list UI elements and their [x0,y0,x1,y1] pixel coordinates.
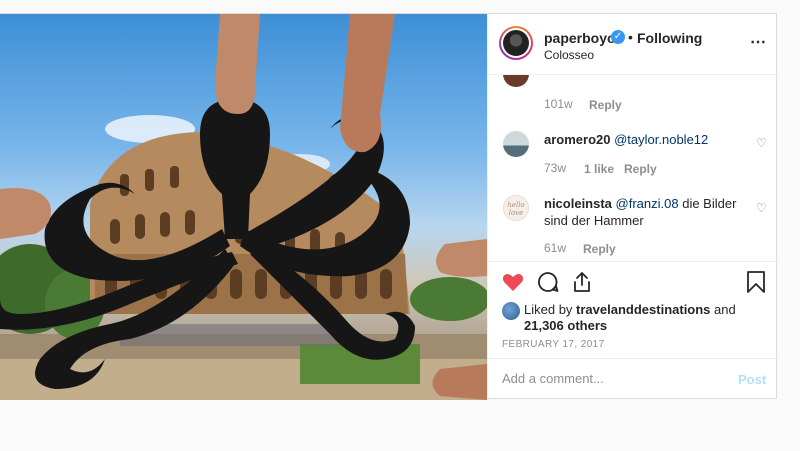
post-photo[interactable] [0,14,487,400]
comment-avatar[interactable] [503,131,529,157]
comment-mention[interactable]: @taylor.noble12 [614,132,708,147]
post-card: paperboyo ✓ • Following Colosseo ⋯ 101w … [0,13,778,400]
comment-likes[interactable]: 1 like [584,162,614,176]
comment-time: 101w [544,97,573,111]
heart-icon[interactable] [501,270,525,294]
comment-text: aromero20 @taylor.noble12 [544,131,744,148]
post-comment-button[interactable]: Post [738,372,766,387]
profile-avatar[interactable] [499,26,533,60]
reply-button[interactable]: Reply [583,242,616,256]
comment-icon[interactable] [536,270,560,294]
liked-suffix: and [710,302,736,317]
colosseum-paper-octopus-image [0,14,487,400]
comment-avatar[interactable] [503,75,529,87]
post-date: FEBRUARY 17, 2017 [502,339,605,350]
following-button[interactable]: Following [637,30,702,46]
share-icon[interactable] [570,270,594,294]
comment-time: 61w [544,241,567,255]
comment-like-icon[interactable]: ♡ [756,201,767,215]
comment-avatar[interactable]: hello love [503,195,529,221]
comment-time: 73w [544,161,567,175]
likes-summary[interactable]: Liked by travelanddestinations and 21,30… [524,302,764,334]
liked-user[interactable]: travelanddestinations [576,302,710,317]
comments-list[interactable]: 101w Reply aromero20 @taylor.noble12 ♡ 7… [488,75,778,261]
post-sidebar: paperboyo ✓ • Following Colosseo ⋯ 101w … [487,14,778,400]
add-comment-bar: Post [488,358,778,402]
username-link[interactable]: paperboyo [544,30,616,46]
comment-username[interactable]: nicoleinsta [544,196,612,211]
avatar-lettering: hello love [507,201,525,217]
liked-prefix: Liked by [524,302,577,317]
location-link[interactable]: Colosseo [544,48,594,62]
comment-text: nicoleinsta @franzi.08 die Bilder sind d… [544,195,744,229]
more-options-icon[interactable]: ⋯ [750,32,767,52]
comment-input[interactable] [502,371,722,386]
liked-by-avatar[interactable] [502,302,520,320]
comment-username[interactable]: aromero20 [544,132,610,147]
verified-badge-icon: ✓ [611,30,625,44]
liked-others[interactable]: 21,306 others [524,318,607,333]
separator-dot: • [628,29,633,45]
bookmark-icon[interactable] [745,270,767,294]
reply-button[interactable]: Reply [624,162,657,176]
post-actions: Liked by travelanddestinations and 21,30… [488,261,778,401]
comment-mention[interactable]: @franzi.08 [616,196,679,211]
post-header: paperboyo ✓ • Following Colosseo ⋯ [488,14,778,75]
comment-like-icon[interactable]: ♡ [756,136,767,150]
reply-button[interactable]: Reply [589,98,622,112]
